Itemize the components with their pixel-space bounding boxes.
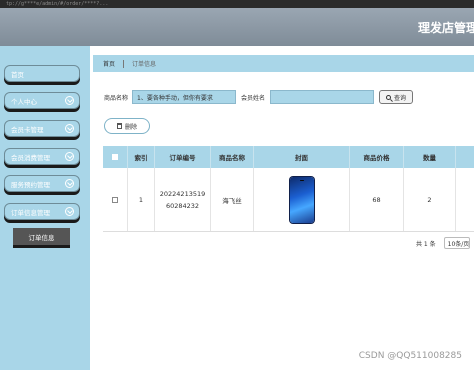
orders-table: 索引 订单编号 商品名称 封面 商品价格 数量 1 20224213519 60… [103,146,474,232]
product-name-label: 商品名称 [104,94,129,102]
search-icon [386,94,392,100]
app-title: 理发店管理 [418,21,474,35]
sidebar-item-label: 首页 [11,70,24,79]
row-quantity: 2 [404,168,456,231]
header-extra [456,146,474,168]
row-index: 1 [128,168,155,231]
chevron-down-icon [65,207,74,216]
order-no-line2: 60284232 [165,201,200,210]
header-cover: 封面 [254,146,350,168]
sidebar-item-home[interactable]: 首页 [4,65,80,82]
chevron-down-icon [65,152,74,161]
sidebar-subitem-order-info[interactable]: 订单信息 [13,228,70,245]
member-name-input[interactable]: 会员姓名 [270,90,375,104]
pager-total: 共 1 条 [416,240,436,248]
chevron-down-icon [65,124,74,133]
sidebar-item-service-booking[interactable]: 服务预约管理 [4,175,80,192]
breadcrumb: 首页 订单信息 [93,55,474,72]
header-price: 商品价格 [350,146,404,168]
header-index: 索引 [128,146,155,168]
table-row[interactable]: 1 20224213519 60284232 海飞丝 68 2 [103,168,474,232]
header-quantity: 数量 [404,146,456,168]
row-checkbox[interactable] [112,196,118,203]
select-all-cell [103,146,128,168]
row-select-cell [103,168,128,231]
sidebar-item-label: 会员消费管理 [11,153,50,162]
delete-button-label: 删除 [124,123,137,131]
product-name-input[interactable]: 1、要各种手动，但你有要求 [132,90,237,104]
row-order-no: 20224213519 60284232 [155,168,211,231]
product-cover-image [289,176,314,223]
breadcrumb-home[interactable]: 首页 [103,59,115,68]
watermark: CSDN @QQ511008285 [358,351,462,361]
row-cover [254,168,350,231]
pagination: 共 1 条 10条/页 [416,237,470,249]
sidebar-item-personal-center[interactable]: 个人中心 [4,92,80,109]
chevron-down-icon [65,96,74,105]
sidebar-item-order-info[interactable]: 订单信息管理 [4,203,80,220]
search-button[interactable]: 查询 [379,90,414,104]
header-product-name: 商品名称 [211,146,254,168]
breadcrumb-current: 订单信息 [132,61,157,68]
sidebar-item-label: 服务预约管理 [11,180,50,189]
row-extra [456,168,474,231]
row-price: 68 [350,168,404,231]
app-header: 理发店管理 [0,8,474,46]
header-order-no: 订单编号 [155,146,211,168]
sidebar-item-label: 会员卡管理 [11,125,44,134]
delete-button[interactable]: 删除 [104,118,150,134]
url-text: tp://g****e/admin/#/order/****?... [6,1,109,7]
trash-icon [116,123,122,129]
breadcrumb-separator [123,59,125,68]
member-name-label: 会员姓名 [241,94,266,102]
row-product-name: 海飞丝 [211,168,254,231]
search-button-label: 查询 [394,94,407,102]
page-size-select[interactable]: 10条/页 [443,237,470,249]
table-header-row: 索引 订单编号 商品名称 封面 商品价格 数量 [103,146,474,168]
chevron-down-icon [65,179,74,188]
select-all-checkbox[interactable] [112,154,118,160]
browser-url-strip: tp://g****e/admin/#/order/****?... [0,0,474,8]
sidebar-item-label: 订单信息管理 [11,208,50,217]
sidebar-item-member-consumption[interactable]: 会员消费管理 [4,148,80,165]
sidebar-item-label: 个人中心 [11,97,37,106]
search-row: 商品名称 1、要各种手动，但你有要求 会员姓名 会员姓名 查询 [104,90,414,104]
sidebar-item-member-card[interactable]: 会员卡管理 [4,120,80,137]
order-no-line1: 20224213519 [159,189,206,198]
